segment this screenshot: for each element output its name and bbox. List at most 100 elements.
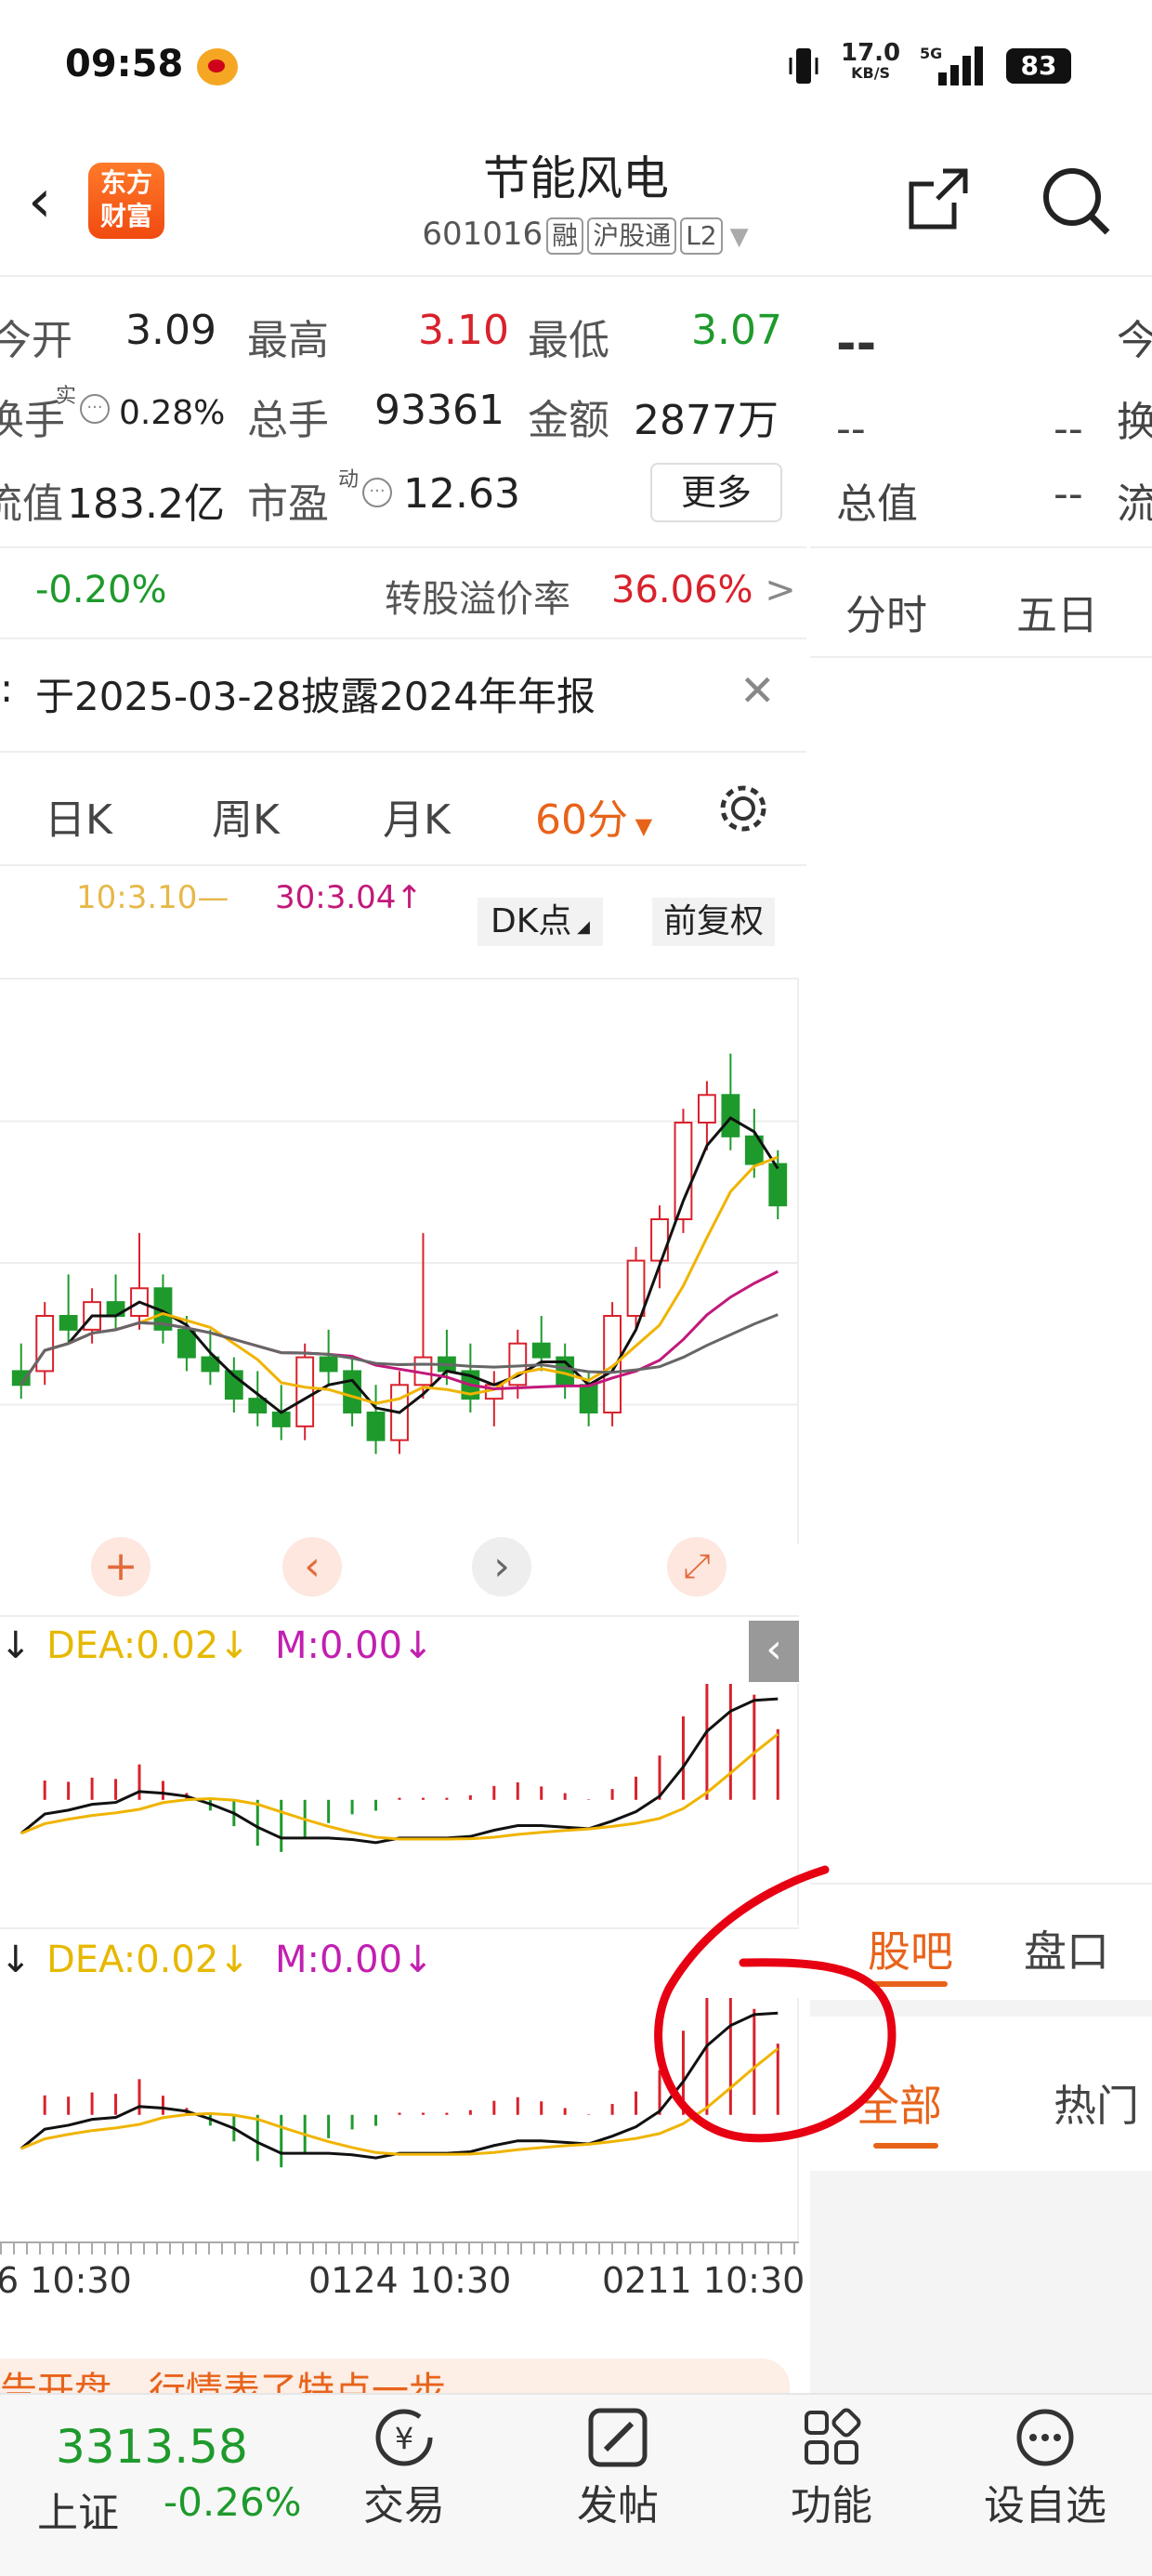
stock-code: 601016 — [422, 216, 543, 253]
candle-body — [366, 1412, 386, 1441]
pe-label: 市盈 — [247, 480, 329, 528]
tab-week-k[interactable]: 周K — [212, 786, 280, 846]
candle-body — [721, 1094, 740, 1137]
status-time: 09:58 — [65, 43, 184, 85]
info-icon[interactable]: ··· — [362, 478, 392, 507]
divider — [0, 1615, 799, 1617]
low-label: 最低 — [528, 317, 609, 364]
arrow-down-icon: ↓ — [0, 1624, 32, 1667]
dif-line — [20, 1697, 779, 1845]
divider — [0, 275, 1152, 277]
expand-icon[interactable]: ⤢ — [667, 1537, 727, 1597]
gear-icon[interactable] — [715, 781, 771, 836]
more-button[interactable]: 更多 — [650, 463, 782, 522]
tab-month-k[interactable]: 月K — [383, 786, 451, 846]
candle-body — [271, 1412, 291, 1427]
kline-chart[interactable] — [0, 978, 799, 1544]
net-speed: 17.0 KB/S — [841, 39, 901, 82]
right-col-today: 今 — [1117, 317, 1152, 364]
divider — [0, 751, 806, 753]
right-val-2: -- — [1054, 405, 1083, 453]
candle-body — [650, 1218, 669, 1262]
vibrate-icon — [788, 46, 819, 85]
high-label: 最高 — [247, 317, 329, 364]
premium-value[interactable]: 36.06% > — [611, 569, 796, 611]
close-icon[interactable]: ✕ — [740, 665, 776, 716]
tab-hot[interactable]: 热门 — [1054, 2072, 1139, 2134]
notice-text[interactable]: 于2025-03-28披露2024年年报 — [35, 665, 596, 722]
adjust-button[interactable]: 前复权 — [652, 898, 776, 946]
search-icon[interactable] — [1039, 164, 1113, 238]
tab-60min[interactable]: 60分 ▼ — [535, 786, 652, 846]
macd1-dea: DEA:0.02↓ — [46, 1624, 250, 1667]
ma10-line — [20, 1155, 779, 1405]
x-axis-ticks — [0, 2241, 799, 2254]
zoom-in-icon[interactable]: + — [91, 1537, 151, 1597]
mktcap-label: 流值 — [0, 480, 63, 528]
promo-banner[interactable]: 告开盘，行情表了特点一步 — [0, 2359, 790, 2396]
right-col-turn: 换 — [1117, 399, 1152, 446]
right-total-label: 总值 — [836, 480, 918, 528]
open-value: 3.09 — [125, 307, 216, 354]
dk-button[interactable]: DK点 ◢ — [478, 898, 603, 946]
nav-post[interactable]: 发帖 — [543, 2398, 692, 2531]
info-icon[interactable]: ··· — [80, 394, 110, 424]
notice-prefix: : — [0, 665, 14, 711]
right-val-1: -- — [836, 405, 866, 453]
collapse-panel-button[interactable]: ‹ — [749, 1621, 799, 1682]
tag-l2: L2 — [680, 217, 723, 255]
index-name[interactable]: 上证 — [37, 2479, 119, 2539]
chevron-right-icon[interactable]: › — [472, 1537, 531, 1597]
candle-body — [579, 1384, 598, 1413]
tab-day-k[interactable]: 日K — [45, 786, 112, 846]
share-icon[interactable] — [906, 165, 971, 232]
macd2-m: M:0.00↓ — [275, 1939, 434, 1981]
nav-function[interactable]: 功能 — [757, 2398, 906, 2531]
candle-body — [295, 1356, 315, 1427]
index-value[interactable]: 3313.58 — [56, 2420, 248, 2474]
battery-icon: 83 — [1006, 48, 1071, 84]
nav-trade[interactable]: ¥ 交易 — [330, 2398, 478, 2531]
svg-text:¥: ¥ — [395, 2421, 413, 2456]
red-circle-annotation — [654, 1865, 897, 2143]
right-total-val: -- — [1054, 470, 1083, 518]
candle-body — [343, 1370, 362, 1413]
divider — [810, 546, 1152, 548]
app-logo: 东方 财富 — [88, 163, 164, 239]
tag-connect: 沪股通 — [587, 217, 677, 255]
macd1-m: M:0.00↓ — [275, 1624, 434, 1667]
volume-value: 93361 — [374, 387, 504, 434]
tag-margin: 融 — [546, 217, 584, 255]
feed-area — [810, 2171, 1152, 2394]
weibo-icon — [197, 48, 238, 85]
amount-label: 金额 — [528, 397, 609, 444]
candle-body — [768, 1163, 788, 1207]
bond-change: -0.20% — [35, 569, 167, 611]
x-tick-1: 6 10:30 — [0, 2260, 132, 2301]
divider — [810, 656, 1152, 658]
candle-body — [603, 1315, 622, 1413]
x-tick-3: 0211 10:30 — [602, 2260, 805, 2301]
ma10-label: 10:3.10— — [76, 879, 229, 916]
candle-body — [626, 1259, 646, 1318]
pe-value: 12.63 — [403, 470, 520, 518]
tab-five-day[interactable]: 五日 — [1016, 582, 1098, 641]
stock-name: 节能风电 — [483, 151, 669, 205]
apps-icon — [799, 2405, 864, 2470]
right-price: -- — [836, 316, 877, 372]
premium-label: 转股溢价率 — [385, 578, 570, 621]
tab-intraday[interactable]: 分时 — [845, 582, 927, 641]
right-col-float: 流 — [1117, 480, 1152, 528]
chevron-left-icon[interactable]: ‹ — [282, 1537, 342, 1597]
turnover-value: 0.28% — [119, 394, 226, 432]
nav-watchlist[interactable]: 设自选 — [971, 2398, 1119, 2531]
index-change[interactable]: -0.26% — [164, 2479, 302, 2525]
stock-code-row: 601016 融沪股通 L2 ▼ — [372, 216, 799, 255]
arrow-down-icon: ↓ — [0, 1939, 32, 1981]
back-icon[interactable]: ‹ — [28, 169, 65, 234]
mktcap-value: 183.2亿 — [67, 480, 225, 528]
chevron-down-icon[interactable]: ▼ — [730, 223, 749, 251]
tab-pankou[interactable]: 盘口 — [1024, 1918, 1109, 1979]
yen-icon: ¥ — [372, 2405, 437, 2470]
volume-label: 总手 — [247, 397, 329, 444]
